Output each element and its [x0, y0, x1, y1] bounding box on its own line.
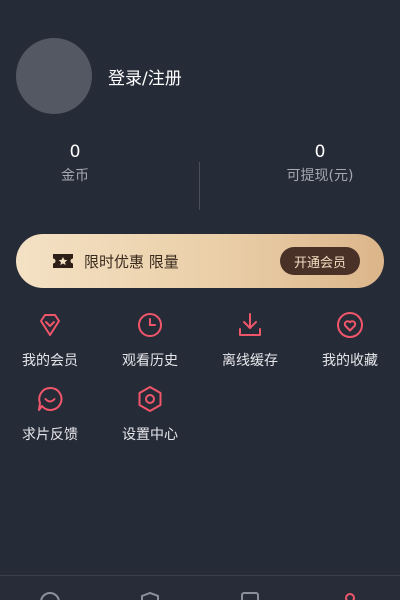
menu-label: 离线缓存 [222, 353, 278, 369]
menu-label: 观看历史 [122, 353, 178, 369]
ticket-star-icon [52, 253, 74, 269]
avatar[interactable] [16, 38, 92, 114]
withdraw-label: 可提现(元) [286, 168, 354, 184]
download-icon [200, 310, 300, 340]
open-vip-button[interactable]: 开通会员 [279, 247, 360, 275]
clock-icon [100, 310, 200, 340]
withdraw-value: 0 [314, 142, 326, 162]
chat-bubble-icon [0, 384, 100, 414]
stats-divider [199, 162, 200, 210]
menu-item-offline-cache[interactable]: 离线缓存 [200, 310, 300, 370]
menu-item-my-favorites[interactable]: 我的收藏 [300, 310, 400, 370]
explore-tab-icon[interactable] [138, 590, 162, 600]
coins-label: 金币 [61, 168, 89, 184]
menu-item-my-vip[interactable]: 我的会员 [0, 310, 100, 370]
profile-page: 登录/注册 0 金币 0 可提现(元) 限时优惠 限量 开通会员 我的会员 观看… [0, 0, 400, 600]
login-register-link[interactable]: 登录/注册 [108, 64, 182, 89]
withdraw-stat[interactable]: 0 可提现(元) [220, 140, 400, 186]
menu-item-request-feedback[interactable]: 求片反馈 [0, 384, 100, 444]
menu-item-watch-history[interactable]: 观看历史 [100, 310, 200, 370]
home-tab-icon[interactable] [38, 590, 62, 600]
vip-promo-text: 限时优惠 限量 [84, 252, 179, 271]
menu-label: 设置中心 [122, 427, 178, 443]
coins-stat[interactable]: 0 金币 [0, 140, 175, 186]
diamond-icon [0, 310, 100, 340]
menu-label: 我的收藏 [322, 353, 378, 369]
profile-header: 登录/注册 [16, 38, 182, 114]
bottom-tab-bar [0, 575, 400, 600]
profile-tab-icon[interactable] [338, 590, 362, 600]
menu-label: 我的会员 [22, 353, 78, 369]
vip-promo-banner[interactable]: 限时优惠 限量 开通会员 [16, 234, 384, 288]
list-tab-icon[interactable] [238, 590, 262, 600]
settings-hexagon-icon [100, 384, 200, 414]
menu-item-settings[interactable]: 设置中心 [100, 384, 200, 444]
stats-row: 0 金币 0 可提现(元) [0, 140, 400, 214]
coins-value: 0 [69, 142, 81, 162]
menu-label: 求片反馈 [22, 427, 78, 443]
heart-icon [300, 310, 400, 340]
